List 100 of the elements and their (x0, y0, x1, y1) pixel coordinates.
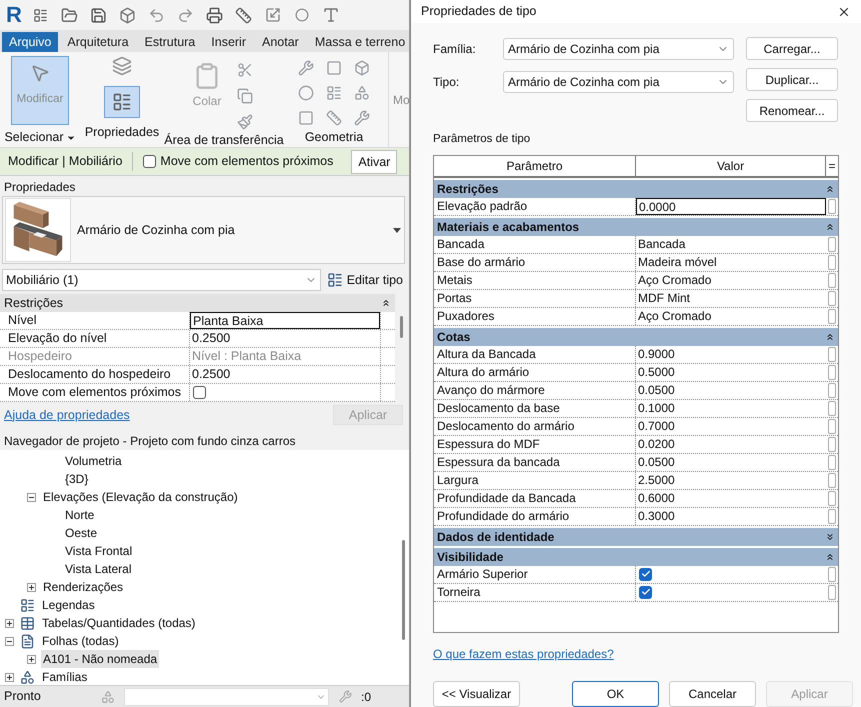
ribbon-tab[interactable]: Anotar (255, 32, 306, 52)
parameter-value: 0.1000 (637, 400, 676, 417)
property-name: Move com elementos próximos (0, 384, 190, 401)
type-dropdown[interactable]: Armário de Cozinha com pia (503, 71, 734, 94)
ribbon-tab[interactable]: Massa e terreno (308, 32, 409, 52)
expand-icon (825, 532, 835, 542)
formula-button[interactable] (828, 254, 836, 270)
edit-type-button[interactable]: Editar tipo (324, 270, 405, 290)
ribbon-tab[interactable]: Estrutura (138, 32, 202, 52)
formula-button[interactable] (828, 418, 836, 434)
activate-button[interactable]: Ativar (351, 150, 398, 174)
checkbox[interactable] (639, 586, 652, 599)
formula-button[interactable] (828, 508, 836, 524)
expand-icon[interactable] (5, 672, 14, 682)
tree-item[interactable]: Oeste (63, 524, 100, 542)
value-field[interactable]: Planta Baixa (190, 312, 380, 329)
dropdown-icon (392, 225, 402, 235)
group-header[interactable]: Restrições (0, 294, 395, 312)
ribbon-tab[interactable]: Arquivo (2, 32, 58, 52)
scrollbar-thumb[interactable] (400, 316, 402, 338)
parameter-value: 0.0500 (637, 382, 676, 399)
parameter-name: Metais (434, 272, 636, 289)
tree-item[interactable]: Elevações (Elevação da construção) (41, 488, 240, 506)
group-header[interactable]: Visibilidade (434, 548, 838, 566)
filter-dropdown[interactable]: Mobiliário (1) (2, 269, 321, 291)
formula-button[interactable] (828, 346, 836, 362)
help-link[interactable]: O que fazem estas propriedades? (411, 645, 861, 663)
formula-button[interactable] (828, 490, 836, 506)
formula-button[interactable] (828, 436, 836, 452)
group-header[interactable]: Materiais e acabamentos (434, 218, 838, 236)
formula-button[interactable] (828, 584, 836, 600)
dialog-button[interactable]: Renomear... (746, 99, 838, 122)
tree-item[interactable]: Folhas (todas) (40, 632, 121, 650)
expand-icon[interactable] (5, 618, 14, 628)
ribbon-tab[interactable]: Inserir (204, 32, 253, 52)
workset-dropdown[interactable] (124, 688, 329, 706)
parameter-name: Profundidade da Bancada (434, 490, 636, 507)
parameter-value: 0.7000 (637, 418, 676, 435)
tree-item[interactable]: A101 - Não nomeada (41, 650, 160, 668)
formula-button[interactable] (828, 400, 836, 416)
expand-icon[interactable] (27, 582, 36, 592)
expand-icon[interactable] (27, 654, 36, 664)
value-field[interactable]: 0.0000 (636, 198, 826, 215)
formula-button[interactable] (828, 566, 836, 582)
tree-item[interactable]: Vista Frontal (63, 542, 134, 560)
parameter-name: Espessura da bancada (434, 454, 636, 471)
formula-button[interactable] (828, 198, 836, 214)
tree-item[interactable]: {3D} (63, 470, 90, 488)
sheet-icon (19, 632, 36, 650)
formula-button[interactable] (828, 290, 836, 306)
tree-item[interactable]: Volumetria (63, 452, 124, 470)
formula-button[interactable] (828, 236, 836, 252)
parameter-name: Puxadores (434, 308, 636, 325)
tree-item[interactable]: Vista Lateral (63, 560, 134, 578)
pointer-icon (30, 63, 50, 83)
formula-button[interactable] (828, 272, 836, 288)
parameter-name: Elevação padrão (434, 198, 636, 215)
formula-button[interactable] (828, 454, 836, 470)
group-header[interactable]: Restrições (434, 180, 838, 198)
properties-icon (112, 92, 132, 112)
panel-label[interactable]: Selecionar (4, 128, 76, 147)
ribbon-tab[interactable]: Arquitetura (60, 32, 136, 52)
dialog-button[interactable]: OK (572, 681, 659, 707)
checkbox[interactable] (639, 568, 652, 581)
dialog-button[interactable]: Cancelar (669, 681, 756, 707)
tree-item[interactable]: Legendas (40, 596, 97, 614)
dialog-button[interactable]: Carregar... (746, 37, 838, 60)
formula-button[interactable] (828, 364, 836, 380)
checkbox-label[interactable]: Move com elementos próximos (160, 152, 334, 171)
browser-title: Navegador de projeto - Projeto com fundo cinza carros (3, 433, 296, 450)
properties-button[interactable] (104, 86, 140, 118)
context-title: Modificar | Mobiliário (8, 152, 134, 171)
type-selector[interactable]: Armário de Cozinha com pia (2, 196, 405, 264)
scrollbar-thumb[interactable] (402, 540, 404, 640)
collapse-icon[interactable] (5, 636, 14, 646)
parameter-value: 0.5000 (637, 364, 676, 381)
tree-item[interactable]: Norte (63, 506, 96, 524)
collapse-icon[interactable] (27, 492, 36, 502)
app-logo[interactable]: R (6, 4, 22, 26)
formula-button[interactable] (828, 382, 836, 398)
tree-item[interactable]: Famílias (40, 668, 90, 685)
tree-item[interactable]: Renderizações (41, 578, 126, 596)
help-link[interactable]: Ajuda de propriedades (4, 406, 130, 424)
formula-button[interactable] (828, 308, 836, 324)
dialog-button[interactable]: Duplicar... (746, 68, 838, 92)
parameter-name: Largura (434, 472, 636, 489)
dialog-button[interactable]: << Visualizar (433, 681, 520, 707)
checkbox[interactable] (193, 386, 206, 399)
family-dropdown[interactable]: Armário de Cozinha com pia (503, 38, 734, 60)
measure-icon (234, 5, 254, 25)
group-header[interactable]: Dados de identidade (434, 528, 838, 546)
tree-item[interactable]: Tabelas/Quantidades (todas) (40, 614, 198, 632)
parameter-value: 0.0200 (637, 436, 676, 453)
collapse-icon (381, 298, 391, 308)
parameter-name: Espessura do MDF (434, 436, 636, 453)
panel-label: Área de transferência (164, 132, 284, 149)
formula-button[interactable] (828, 472, 836, 488)
checkbox[interactable] (143, 155, 156, 168)
schedule-icon (19, 614, 36, 632)
group-header[interactable]: Cotas (434, 328, 838, 346)
